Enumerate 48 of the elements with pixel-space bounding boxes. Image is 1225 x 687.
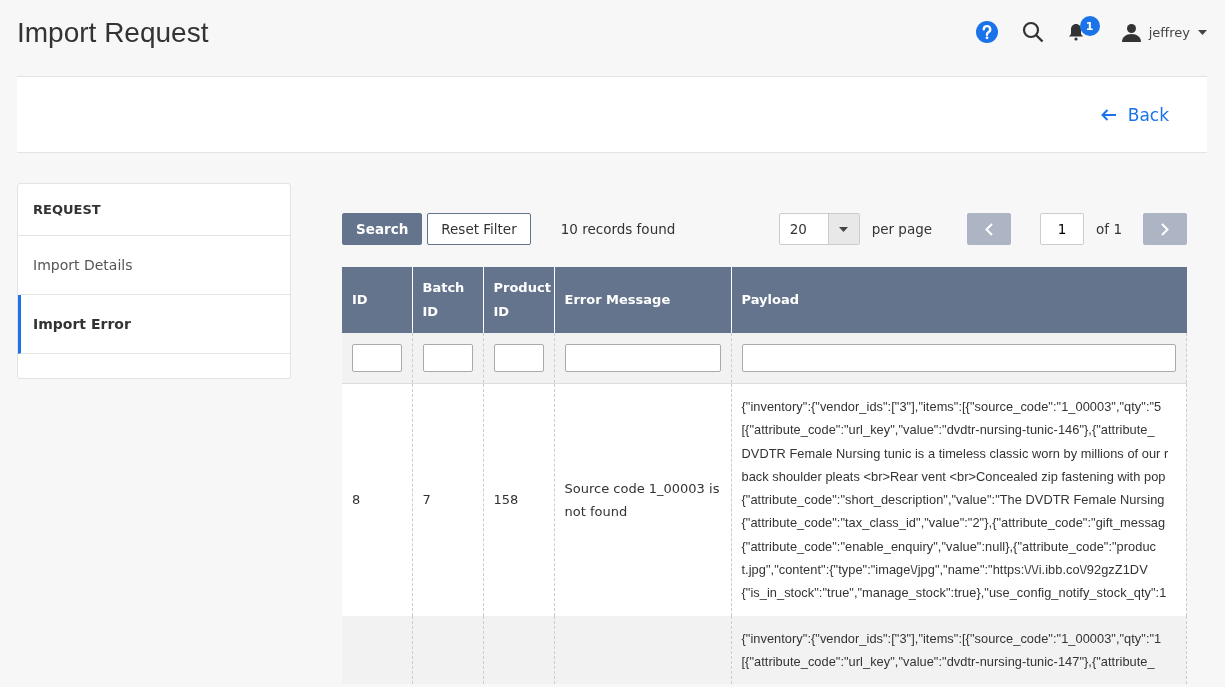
- page-number-field[interactable]: 1: [1040, 213, 1085, 245]
- column-header: Batch ID: [412, 267, 483, 333]
- payload-line: [{"attribute_code":"url_key","value":"dvdtr-nursing-tunic-147"},{"attribute_: [741, 653, 1155, 669]
- payload-line: DVDTR Female Nursing tunic is a timeless classic worn by millions of our r: [741, 445, 1169, 461]
- table-cell: 158: [493, 492, 519, 508]
- help-icon[interactable]: [975, 21, 998, 43]
- search-button[interactable]: Search: [342, 213, 423, 245]
- back-button[interactable]: Back: [1094, 103, 1175, 126]
- payload-line: {"attribute_code":"tax_class_id","value":"2"},{"attribute_code":"gift_messag: [741, 515, 1166, 531]
- payload-line: t.jpg","content":{"type":"image\/jpg","name":"https:\/\/i.ibb.co\/92gzZ1DV: [741, 562, 1148, 578]
- chevron-right-icon: [1161, 222, 1169, 236]
- arrow-left-icon: [1100, 108, 1116, 121]
- previous-page-button[interactable]: [967, 213, 1012, 245]
- payload-line: {"inventory":{"vendor_ids":["3"],"items":[{"source_code":"1_00003","qty":"5: [741, 399, 1162, 414]
- payload-line: [{"attribute_code":"url_key","value":"dvdtr-nursing-tunic-146"},{"attribute_: [741, 422, 1155, 438]
- column-header: Product ID: [483, 267, 554, 333]
- filter-field[interactable]: [564, 344, 721, 372]
- caret-icon: [839, 226, 849, 232]
- records-count: 10 records found: [560, 221, 676, 237]
- payload-line: {"attribute_code":"enable_enquiry","value":null},{"attribute_code":"produc: [741, 538, 1157, 554]
- table-cell-text: Source code 1_00003 is not found: [564, 479, 721, 521]
- search-icon[interactable]: [1021, 21, 1044, 43]
- payload-line: {"attribute_code":"short_description","value":"The DVDTR Female Nursing: [741, 492, 1165, 508]
- column-header: Payload: [731, 267, 1187, 333]
- filter-field[interactable]: [493, 344, 544, 372]
- payload-line: {"inventory":{"vendor_ids":["3"],"items":[{"source_code":"1_00003","qty":"1: [741, 630, 1162, 646]
- page-title: Import Request: [17, 17, 209, 49]
- table-cell: 7: [422, 492, 431, 508]
- reset-filter-button[interactable]: Reset Filter: [427, 213, 531, 245]
- sidebar-item[interactable]: Import Error: [18, 295, 290, 354]
- chevron-left-icon: [985, 222, 994, 236]
- filter-field[interactable]: [352, 344, 402, 372]
- user-icon: [1121, 22, 1141, 42]
- page-size-select[interactable]: 20: [778, 213, 860, 245]
- per-page-label: per page: [871, 221, 933, 237]
- user-menu[interactable]: jeffrey: [1121, 22, 1207, 42]
- table-cell: 8: [352, 492, 361, 508]
- caret-icon: [1198, 29, 1207, 35]
- filter-field[interactable]: [741, 344, 1176, 372]
- payload-line: back shoulder pleats <br>Rear vent <br>Concealed zip fastening with pop: [741, 468, 1166, 484]
- column-header: ID: [342, 267, 412, 333]
- column-header: Error Message: [554, 267, 731, 333]
- bell-icon[interactable]: [1067, 23, 1084, 41]
- payload-line: {"is_in_stock":"true","manage_stock":true},"use_config_notify_stock_qty":1: [741, 585, 1167, 601]
- notification-badge: 1: [1079, 16, 1100, 36]
- filter-field[interactable]: [422, 344, 473, 372]
- next-page-button[interactable]: [1143, 213, 1187, 245]
- page-total: of 1: [1096, 221, 1122, 237]
